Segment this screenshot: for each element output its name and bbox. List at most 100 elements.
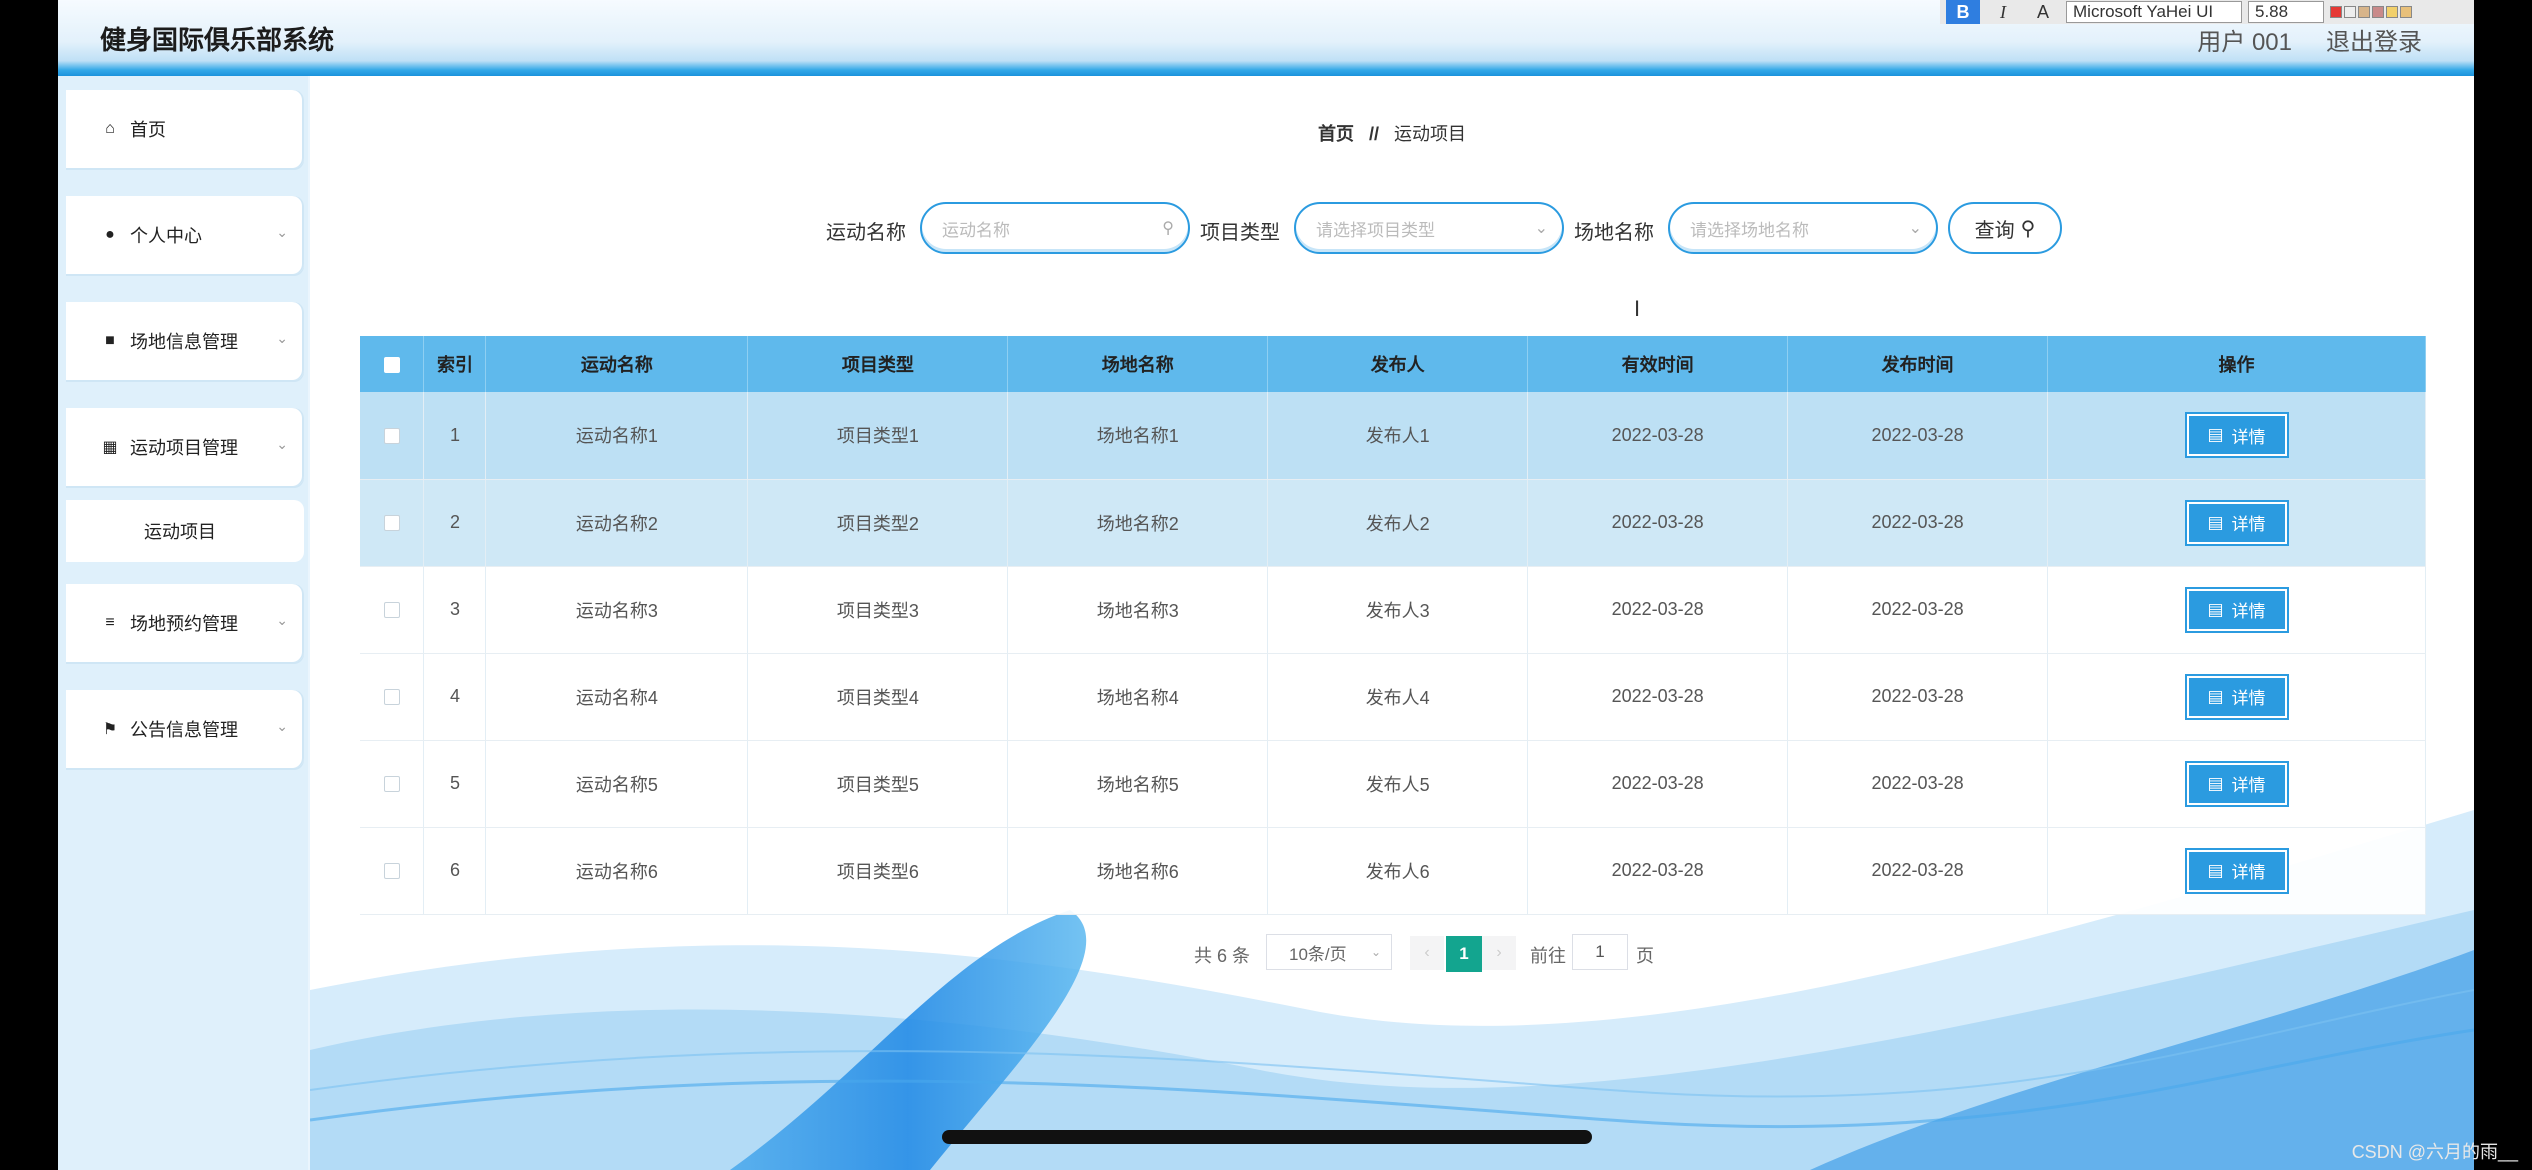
cell-actions: ▤ 详情	[2047, 479, 2426, 567]
cell-publish-time: 2022-03-28	[1787, 740, 2049, 828]
color-swatch[interactable]	[2400, 6, 2412, 18]
color-swatch[interactable]	[2386, 6, 2398, 18]
cell-valid-time: 2022-03-28	[1527, 653, 1789, 741]
document-icon: ▤	[2207, 686, 2224, 706]
home-indicator[interactable]	[942, 1130, 1592, 1144]
font-style-icon[interactable]: A	[2026, 0, 2060, 24]
search-form: 运动名称 运动名称 ⚲ 项目类型 请选择项目类型 ⌄ 场地名称 请选择场地名称 …	[310, 200, 2474, 256]
cell-type: 项目类型4	[747, 653, 1009, 741]
document-icon: ▤	[2207, 512, 2224, 532]
row-checkbox[interactable]	[360, 740, 425, 828]
venue-select[interactable]: 请选择场地名称 ⌄	[1668, 202, 1938, 254]
cell-publisher: 发布人6	[1267, 827, 1529, 915]
font-size-select[interactable]: 5.88	[2248, 1, 2324, 23]
cell-type: 项目类型1	[747, 392, 1009, 480]
color-swatch[interactable]	[2372, 6, 2384, 18]
user-icon: ●	[105, 226, 115, 243]
cell-venue: 场地名称5	[1007, 740, 1269, 828]
detail-label: 详情	[2231, 689, 2266, 708]
sidebar-item-profile[interactable]: ● 个人中心 ⌄	[66, 196, 304, 274]
sidebar-item-booking[interactable]: ≡ 场地预约管理 ⌄	[66, 584, 304, 662]
table-row[interactable]: 4 运动名称4 项目类型4 场地名称4 发布人4 2022-03-28 2022…	[360, 653, 2426, 741]
cell-venue: 场地名称1	[1007, 392, 1269, 480]
table-row[interactable]: 6 运动名称6 项目类型6 场地名称6 发布人6 2022-03-28 2022…	[360, 827, 2426, 915]
name-search-input[interactable]: 运动名称 ⚲	[920, 202, 1190, 254]
sidebar-item-home[interactable]: ⌂ 首页	[66, 90, 304, 168]
prev-page-button[interactable]: ‹	[1410, 936, 1444, 970]
cell-type: 项目类型6	[747, 827, 1009, 915]
column-header: 索引	[423, 336, 487, 392]
sidebar-item-venue[interactable]: ■ 场地信息管理 ⌄	[66, 302, 304, 380]
chevron-down-icon: ⌄	[276, 436, 288, 452]
name-label: 运动名称	[826, 222, 906, 244]
detail-button[interactable]: ▤ 详情	[2184, 586, 2289, 633]
table-header-row: 索引 运动名称 项目类型 场地名称 发布人 有效时间 发布时间 操作	[360, 336, 2426, 392]
logout-link[interactable]: 退出登录	[2326, 22, 2422, 57]
detail-button[interactable]: ▤ 详情	[2184, 847, 2289, 894]
type-select[interactable]: 请选择项目类型 ⌄	[1294, 202, 1564, 254]
sliders-icon: ≡	[105, 614, 115, 631]
font-family-select[interactable]: Microsoft YaHei UI	[2066, 1, 2242, 23]
cell-valid-time: 2022-03-28	[1527, 392, 1789, 480]
detail-button[interactable]: ▤ 详情	[2184, 673, 2289, 720]
cell-valid-time: 2022-03-28	[1527, 827, 1789, 915]
username[interactable]: 用户 001	[2197, 22, 2292, 57]
next-page-button[interactable]: ›	[1482, 936, 1516, 970]
sidebar-item-label: 首页	[130, 120, 166, 140]
select-all-checkbox[interactable]	[360, 336, 425, 392]
italic-button[interactable]: I	[1986, 0, 2020, 24]
query-button[interactable]: 查询 ⚲	[1948, 202, 2062, 254]
cell-actions: ▤ 详情	[2047, 566, 2426, 654]
row-checkbox[interactable]	[360, 479, 425, 567]
chevron-down-icon: ⌄	[1908, 220, 1922, 237]
sidebar-item-notice[interactable]: ⚑ 公告信息管理 ⌄	[66, 690, 304, 768]
color-swatch[interactable]	[2330, 6, 2342, 18]
table-row[interactable]: 1 运动名称1 项目类型1 场地名称1 发布人1 2022-03-28 2022…	[360, 392, 2426, 480]
row-checkbox[interactable]	[360, 653, 425, 741]
cell-actions: ▤ 详情	[2047, 740, 2426, 828]
breadcrumb-current: 运动项目	[1394, 124, 1467, 144]
cell-publisher: 发布人2	[1267, 479, 1529, 567]
bold-button[interactable]: B	[1946, 0, 1980, 24]
cell-actions: ▤ 详情	[2047, 392, 2426, 480]
cell-index: 4	[423, 653, 487, 741]
cell-actions: ▤ 详情	[2047, 653, 2426, 741]
search-icon: ⚲	[2020, 217, 2036, 240]
row-checkbox[interactable]	[360, 566, 425, 654]
sidebar-item-label: 公告信息管理	[130, 720, 238, 740]
detail-button[interactable]: ▤ 详情	[2184, 499, 2289, 546]
app-screen: 健身国际俱乐部系统 用户 001 退出登录 B I A Microsoft Ya…	[58, 0, 2474, 1170]
page-size-select[interactable]: 10条/页 ⌄	[1266, 934, 1392, 970]
table-row[interactable]: 2 运动名称2 项目类型2 场地名称2 发布人2 2022-03-28 2022…	[360, 479, 2426, 567]
sidebar-item-sports[interactable]: ▦ 运动项目管理 ⌄	[66, 408, 304, 486]
user-area: 用户 001 退出登录	[2197, 22, 2422, 57]
total-count: 共 6 条	[1194, 946, 1251, 966]
column-header: 项目类型	[747, 336, 1009, 392]
document-icon: ▤	[2207, 773, 2224, 793]
detail-label: 详情	[2231, 776, 2266, 795]
cell-venue: 场地名称2	[1007, 479, 1269, 567]
app-title: 健身国际俱乐部系统	[100, 25, 335, 55]
table-row[interactable]: 3 运动名称3 项目类型3 场地名称3 发布人3 2022-03-28 2022…	[360, 566, 2426, 654]
color-palette[interactable]	[2330, 6, 2412, 18]
cell-publisher: 发布人1	[1267, 392, 1529, 480]
breadcrumb-separator: //	[1368, 124, 1379, 144]
sidebar-subitem-sports[interactable]: 运动项目	[66, 500, 304, 562]
color-swatch[interactable]	[2344, 6, 2356, 18]
page-number-button[interactable]: 1	[1446, 936, 1482, 972]
cell-index: 3	[423, 566, 487, 654]
breadcrumb-home[interactable]: 首页	[1318, 124, 1354, 144]
detail-button[interactable]: ▤ 详情	[2184, 412, 2289, 459]
color-swatch[interactable]	[2358, 6, 2370, 18]
cell-publish-time: 2022-03-28	[1787, 392, 2049, 480]
row-checkbox[interactable]	[360, 392, 425, 480]
chevron-down-icon: ⌄	[276, 718, 288, 734]
row-checkbox[interactable]	[360, 827, 425, 915]
detail-label: 详情	[2231, 515, 2266, 534]
detail-button[interactable]: ▤ 详情	[2184, 760, 2289, 807]
cell-venue: 场地名称6	[1007, 827, 1269, 915]
goto-page-input[interactable]: 1	[1572, 934, 1628, 970]
chevron-down-icon: ⌄	[276, 330, 288, 346]
column-header: 有效时间	[1527, 336, 1789, 392]
table-row[interactable]: 5 运动名称5 项目类型5 场地名称5 发布人5 2022-03-28 2022…	[360, 740, 2426, 828]
